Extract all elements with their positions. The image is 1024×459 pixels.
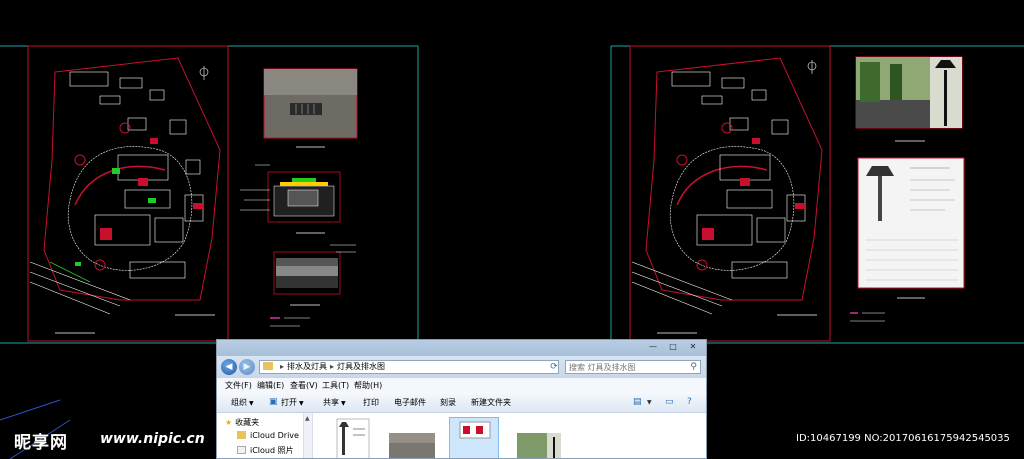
organize-button[interactable]: 组织 ▼ xyxy=(231,397,254,408)
title-bar[interactable]: — □ ✕ xyxy=(217,340,706,356)
chevron-right-icon: ▸ xyxy=(280,362,285,371)
file-thumbnail[interactable] xyxy=(327,417,377,458)
menu-edit[interactable]: 编辑(E) xyxy=(257,380,284,391)
search-input[interactable] xyxy=(566,361,690,373)
watermark-logo: 昵享网 xyxy=(14,433,68,453)
star-icon: ★ xyxy=(225,418,233,427)
lamp-detail-sheets xyxy=(850,56,965,322)
spec-sheet-thumbnail-icon xyxy=(336,418,370,458)
folder-icon xyxy=(263,362,273,370)
drain-photo-thumbnail-icon xyxy=(389,433,435,458)
chevron-down-icon: ▼ xyxy=(249,400,254,407)
sheet-border-left xyxy=(27,45,229,342)
sheet-border-right xyxy=(629,45,831,342)
search-icon[interactable]: ⚲ xyxy=(690,361,697,373)
chevron-down-icon: ▼ xyxy=(341,400,346,407)
site-plan-left xyxy=(29,57,221,334)
breadcrumb-item[interactable]: 灯具及排水图 xyxy=(337,362,385,371)
watermark-url: www.nipic.cn xyxy=(100,431,205,447)
file-explorer-window[interactable]: — □ ✕ ◀ ▶ ▸排水及灯具▸灯具及排水图 ⟳ ⚲ 文件(F) 编辑(E) … xyxy=(216,339,707,459)
maximize-icon[interactable]: □ xyxy=(666,342,680,352)
nav-scrollbar[interactable]: ▲ xyxy=(304,413,313,458)
scroll-up-icon[interactable]: ▲ xyxy=(305,415,310,422)
breadcrumb-item[interactable]: 排水及灯具 xyxy=(287,362,327,371)
open-button[interactable]: 打开 ▼ xyxy=(281,397,304,408)
chevron-right-icon: ▸ xyxy=(330,362,335,371)
chevron-down-icon[interactable]: ▼ xyxy=(647,399,652,406)
menu-tools[interactable]: 工具(T) xyxy=(322,380,349,391)
drain-detail-drawings xyxy=(240,68,358,327)
email-button[interactable]: 电子邮件 xyxy=(394,397,426,408)
folder-icon xyxy=(237,431,246,439)
new-folder-button[interactable]: 新建文件夹 xyxy=(471,397,511,408)
minimize-icon[interactable]: — xyxy=(646,342,660,352)
file-thumbnail[interactable] xyxy=(513,417,563,458)
address-bar[interactable]: ▸ 排水及灯具 ▸ 灯具及排水图 xyxy=(259,360,559,374)
print-button[interactable]: 打印 xyxy=(363,397,379,408)
burn-button[interactable]: 刻录 xyxy=(440,397,456,408)
file-thumbnail[interactable] xyxy=(387,417,437,458)
watermark-id: ID:10467199 NO:20170616175942545035 xyxy=(796,433,1010,444)
preview-pane-icon[interactable]: ▭ xyxy=(665,397,674,407)
nav-favorites-label: 收藏夹 xyxy=(235,418,260,427)
command-bar: 组织 ▼ ▣ 打开 ▼ 共享 ▼ 打印 电子邮件 刻录 新建文件夹 ▤ ▼ ▭ ? xyxy=(217,392,706,413)
menu-help[interactable]: 帮助(H) xyxy=(354,380,382,391)
help-icon[interactable]: ? xyxy=(687,397,692,407)
file-list xyxy=(313,413,706,458)
close-icon[interactable]: ✕ xyxy=(686,342,700,352)
chevron-down-icon: ▼ xyxy=(299,400,304,407)
navigation-pane: ★ 收藏夹 iCloud Drive iCloud 照片 xyxy=(217,413,304,458)
open-icon: ▣ xyxy=(269,397,278,407)
organize-label: 组织 xyxy=(231,398,247,407)
nav-icloud-photos-label: iCloud 照片 xyxy=(250,446,294,455)
navigation-bar: ◀ ▶ ▸排水及灯具▸灯具及排水图 ⟳ ⚲ xyxy=(217,356,706,378)
forward-arrow-icon[interactable]: ▶ xyxy=(239,359,255,375)
site-plan-right xyxy=(631,57,823,334)
share-button[interactable]: 共享 ▼ xyxy=(323,397,346,408)
dwg-thumbnail-icon xyxy=(459,421,491,439)
nav-icloud-photos[interactable]: iCloud 照片 xyxy=(237,445,294,456)
menu-file[interactable]: 文件(F) xyxy=(225,380,252,391)
view-options-icon[interactable]: ▤ xyxy=(633,397,642,407)
open-label: 打开 xyxy=(281,398,297,407)
file-thumbnail-selected[interactable] xyxy=(449,417,499,458)
share-label: 共享 xyxy=(323,398,339,407)
nav-icloud-drive[interactable]: iCloud Drive xyxy=(237,431,299,440)
nav-icloud-drive-label: iCloud Drive xyxy=(250,431,299,440)
menu-view[interactable]: 查看(V) xyxy=(290,380,318,391)
menu-bar: 文件(F) 编辑(E) 查看(V) 工具(T) 帮助(H) xyxy=(217,378,706,393)
nav-favorites[interactable]: ★ 收藏夹 xyxy=(225,417,259,428)
search-box[interactable]: ⚲ xyxy=(565,360,701,374)
refresh-icon[interactable]: ⟳ xyxy=(547,360,561,374)
back-arrow-icon[interactable]: ◀ xyxy=(221,359,237,375)
photos-icon xyxy=(237,446,246,454)
lamp-photo-thumbnail-icon xyxy=(517,433,561,458)
